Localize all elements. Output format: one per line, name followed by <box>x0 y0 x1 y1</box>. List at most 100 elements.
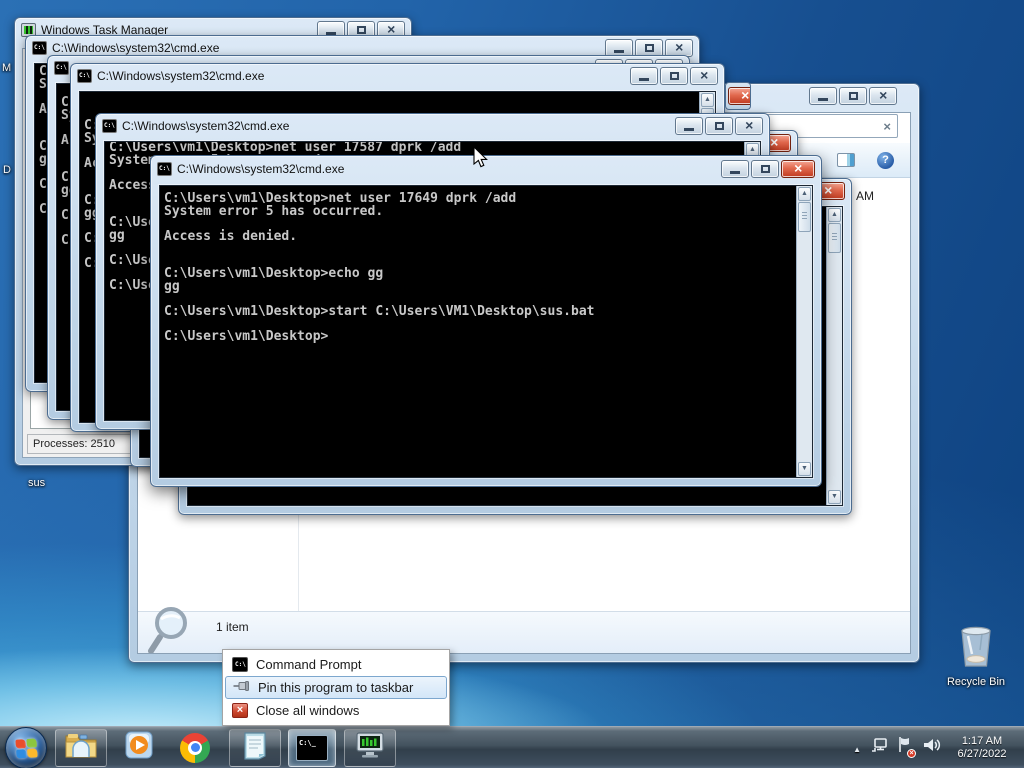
network-icon[interactable] <box>870 736 888 759</box>
cmd-icon <box>32 41 47 55</box>
menu-item-label: Pin this program to taskbar <box>258 680 414 695</box>
close-icon <box>770 134 778 152</box>
menu-item-close-all-windows[interactable]: Close all windows <box>225 699 447 722</box>
minimize-icon <box>614 50 624 53</box>
scrollbar-thumb[interactable] <box>828 223 841 253</box>
scrollbar-track[interactable] <box>797 232 812 461</box>
close-icon <box>700 67 708 85</box>
maximize-button[interactable] <box>751 160 779 178</box>
cmd-window-title: C:\Windows\system32\cmd.exe <box>97 69 265 83</box>
start-button[interactable] <box>5 726 47 768</box>
cmd-icon <box>77 69 92 83</box>
desktop: M D sus Recycle Bin × × ? AM 1 item Wind… <box>0 0 1024 768</box>
scroll-up-icon[interactable] <box>701 93 714 107</box>
taskbar-command-prompt[interactable]: C:\_ <box>288 728 336 767</box>
taskbar: C:\_ ▲ × 1:17 AM 6/27/2022 <box>0 726 1024 768</box>
scroll-up-icon[interactable] <box>828 208 841 222</box>
result-time-fragment: AM <box>856 189 874 203</box>
minimize-icon <box>639 78 649 81</box>
maximize-icon <box>848 92 858 100</box>
clock-date: 6/27/2022 <box>957 747 1007 760</box>
minimize-icon <box>684 128 694 131</box>
cmd-icon <box>157 162 172 176</box>
pin-icon <box>233 680 250 695</box>
close-icon <box>745 117 753 135</box>
windows-logo-icon <box>15 737 38 759</box>
clear-search-icon[interactable] <box>883 119 891 134</box>
recycle-bin-icon <box>955 626 997 674</box>
command-prompt-icon <box>232 657 248 672</box>
scrollbar[interactable] <box>796 186 812 477</box>
close-button[interactable] <box>690 67 718 85</box>
jump-list-menu: Command Prompt Pin this program to taskb… <box>222 649 450 726</box>
clock-time: 1:17 AM <box>961 734 1003 747</box>
maximize-button[interactable] <box>705 117 733 135</box>
taskbar-windows-explorer[interactable] <box>55 728 107 767</box>
minimize-button[interactable] <box>630 67 658 85</box>
recycle-bin[interactable]: Recycle Bin <box>946 624 1006 688</box>
close-button[interactable] <box>869 87 897 105</box>
scroll-up-icon[interactable] <box>798 187 811 201</box>
menu-item-command-prompt[interactable]: Command Prompt <box>225 653 447 676</box>
close-all-icon <box>232 703 248 718</box>
volume-icon[interactable] <box>922 736 941 759</box>
help-icon[interactable] <box>877 151 894 169</box>
maximize-icon <box>644 44 654 52</box>
close-icon <box>794 160 802 178</box>
maximize-icon <box>760 165 770 173</box>
error-badge-icon: × <box>907 749 916 758</box>
minimize-button[interactable] <box>721 160 749 178</box>
taskbar-clock[interactable]: 1:17 AM 6/27/2022 <box>950 735 1014 761</box>
close-icon <box>824 182 832 200</box>
scroll-down-icon[interactable] <box>828 490 841 504</box>
layout-pane-icon[interactable] <box>837 153 855 167</box>
maximize-button[interactable] <box>839 87 867 105</box>
scroll-down-icon[interactable] <box>798 462 811 476</box>
desktop-icon-sus[interactable]: sus <box>28 477 45 489</box>
desktop-icon-label-partial[interactable]: M <box>2 62 11 74</box>
windows-explorer-icon <box>64 732 98 764</box>
taskbar-task-manager[interactable] <box>344 728 396 767</box>
cmd-window-title: C:\Windows\system32\cmd.exe <box>177 162 345 176</box>
cmd-window-title: C:\Windows\system32\cmd.exe <box>122 119 290 133</box>
cmd-window-title: C:\Windows\system32\cmd.exe <box>52 41 220 55</box>
maximize-icon <box>356 26 366 34</box>
system-tray: × 1:17 AM 6/27/2022 <box>853 735 1024 761</box>
console-area[interactable]: C:\Users\vm1\Desktop>net user 17649 dprk… <box>159 185 813 478</box>
task-manager-icon <box>354 731 386 764</box>
hidden-window-fragment <box>725 82 751 110</box>
cmd-titlebar[interactable]: C:\Windows\system32\cmd.exe <box>96 114 769 138</box>
minimize-button[interactable] <box>675 117 703 135</box>
taskbar-google-chrome[interactable] <box>169 729 221 767</box>
processes-count: Processes: 2510 <box>27 434 133 454</box>
cmd-icon <box>54 61 69 75</box>
scrollbar[interactable] <box>826 207 842 505</box>
minimize-button[interactable] <box>809 87 837 105</box>
mouse-cursor <box>472 145 492 175</box>
google-chrome-icon <box>180 732 210 763</box>
menu-item-label: Close all windows <box>256 703 360 718</box>
close-button[interactable] <box>735 117 763 135</box>
items-count: 1 item <box>216 620 249 634</box>
recycle-bin-label: Recycle Bin <box>946 676 1006 688</box>
show-hidden-icons-icon[interactable] <box>853 739 861 757</box>
command-prompt-icon: C:\_ <box>296 734 328 761</box>
action-center-flag-icon[interactable]: × <box>897 736 916 759</box>
cmd-titlebar[interactable]: C:\Windows\system32\cmd.exe <box>71 64 724 88</box>
minimize-icon <box>730 171 740 174</box>
close-button[interactable] <box>728 87 750 105</box>
close-icon <box>879 87 887 105</box>
desktop-icon-label-partial[interactable]: D <box>3 164 11 176</box>
taskbar-windows-media-player[interactable] <box>113 729 165 767</box>
cmd-window-front: C:\Windows\system32\cmd.exe C:\Users\vm1… <box>150 155 822 487</box>
minimize-icon <box>818 98 828 101</box>
maximize-button[interactable] <box>660 67 688 85</box>
cmd-icon <box>102 119 117 133</box>
scrollbar-track[interactable] <box>827 253 842 489</box>
close-icon <box>741 87 749 105</box>
menu-item-pin-to-taskbar[interactable]: Pin this program to taskbar <box>225 676 447 699</box>
close-button[interactable] <box>781 160 815 178</box>
maximize-icon <box>714 122 724 130</box>
taskbar-notepad[interactable] <box>229 728 281 767</box>
scrollbar-thumb[interactable] <box>798 202 811 232</box>
